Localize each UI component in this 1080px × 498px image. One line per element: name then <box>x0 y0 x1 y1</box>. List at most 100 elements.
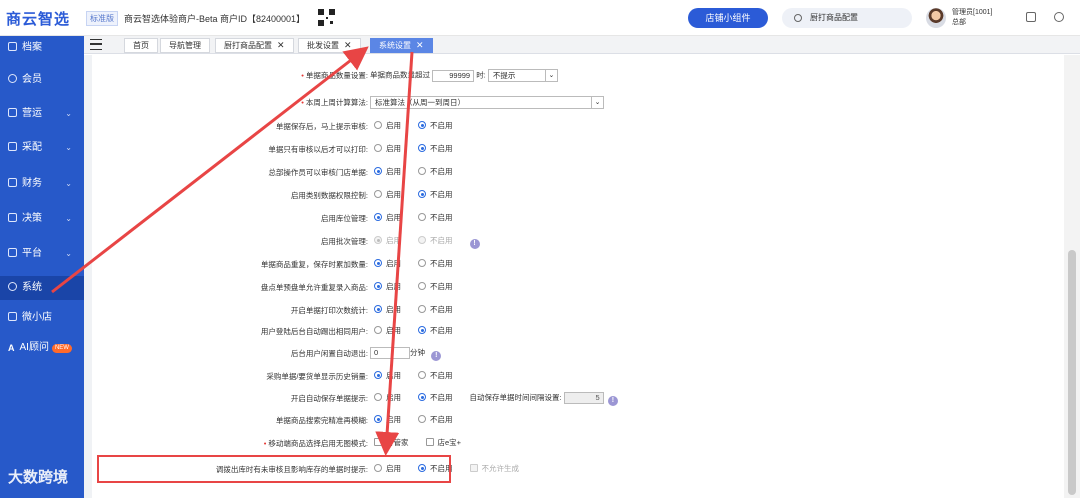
radio-group: 启用 不启用! <box>374 235 480 249</box>
setting-row: 用户登陆后台自动踢出相同用户: 启用 不启用 <box>84 322 1044 342</box>
setting-value: 单据商品数量超过 99999 时: 不提示 ⌄ <box>370 69 558 82</box>
shop-icon <box>8 312 17 321</box>
setting-label: 总部操作员可以审核门店单据: <box>268 168 368 177</box>
search-input[interactable]: 厨打商品配置 <box>782 8 912 28</box>
tab-kitchen-print[interactable]: 厨打商品配置 ✕ <box>215 38 294 53</box>
tab-wholesale[interactable]: 批发设置 ✕ <box>298 38 361 53</box>
sidebar-item-operation[interactable]: 营运 ⌄ <box>0 102 84 126</box>
store-widget-button[interactable]: 店铺小组件 <box>688 8 768 28</box>
setting-row: 单据商品搜索完精准再模糊: 启用 不启用 <box>84 411 1044 431</box>
info-icon[interactable]: ! <box>607 396 618 406</box>
chevron-down-icon: ⌄ <box>65 143 72 152</box>
week-algorithm-select[interactable]: 标准算法（从周一到周日） ⌄ <box>370 96 604 109</box>
highlight-box <box>97 455 451 483</box>
sidebar-item-decision[interactable]: 决策 ⌄ <box>0 207 84 231</box>
radio-enable[interactable]: 启用 <box>374 212 401 223</box>
radio-group: 启用 不启用 <box>374 325 470 336</box>
radio-disable[interactable]: 不启用 <box>418 212 453 223</box>
qty-input[interactable]: 99999 <box>432 69 475 82</box>
info-icon[interactable]: ! <box>431 351 442 361</box>
close-icon[interactable]: ✕ <box>344 40 352 50</box>
setting-week-algorithm: • 本周上周计算算法: 标准算法（从周一到周日） ⌄ <box>84 93 1044 113</box>
radio-disable[interactable]: 不启用 <box>418 258 453 269</box>
radio-enable[interactable]: 启用 <box>374 166 401 177</box>
radio-enable[interactable]: 启用 <box>374 281 401 292</box>
setting-idle-logout: 后台用户闲置自动退出: 0 分钟 ! <box>84 344 1044 364</box>
tab-label: 厨打商品配置 <box>224 41 272 50</box>
user-menu[interactable]: 管理员[1001] 总部 <box>952 8 992 28</box>
radio-disable[interactable]: 不启用 <box>418 189 453 200</box>
setting-label: 启用库位管理: <box>320 214 368 223</box>
fullscreen-icon[interactable] <box>1026 12 1036 22</box>
sidebar-item-label: 决策 <box>22 213 42 224</box>
setting-row: 单据只有审核以后才可以打印: 启用 不启用 <box>84 140 1044 160</box>
radio-disable[interactable]: 不启用 <box>418 120 453 131</box>
info-icon[interactable]: ! <box>469 239 480 249</box>
sidebar-item-label: 采配 <box>22 142 42 153</box>
setting-value: 0 分钟 ! <box>370 347 442 361</box>
radio-group: 启用 不启用 <box>374 281 470 292</box>
power-icon[interactable] <box>1054 12 1064 22</box>
setting-label: 单据保存后，马上提示审核: <box>275 122 368 131</box>
avatar[interactable] <box>926 8 946 28</box>
sidebar-item-ai-advisor[interactable]: A AI顾问 NEW <box>0 336 84 360</box>
sidebar-item-system[interactable]: 系统 <box>0 276 84 300</box>
scrollbar[interactable] <box>1064 55 1080 498</box>
checkbox-store-ebao[interactable]: 店e宝+ <box>425 437 461 448</box>
radio-enable[interactable]: 启用 <box>374 414 401 425</box>
sidebar-item-archive[interactable]: 档案 <box>0 36 84 60</box>
sidebar-item-platform[interactable]: 平台 ⌄ <box>0 242 84 266</box>
qty-prompt-select[interactable]: 不提示 ⌄ <box>487 69 558 82</box>
tab-home[interactable]: 首页 <box>124 38 158 53</box>
menu-toggle-icon[interactable] <box>90 39 102 50</box>
close-icon[interactable]: ✕ <box>277 40 285 50</box>
radio-disable[interactable]: 不启用 <box>418 370 453 381</box>
radio-group: 启用 不启用 <box>374 143 470 154</box>
radio-enable[interactable]: 启用 <box>374 325 401 336</box>
setting-row: 启用类别数据权限控制: 启用 不启用 <box>84 186 1044 206</box>
radio-enable[interactable]: 启用 <box>374 120 401 131</box>
user-icon <box>8 74 17 83</box>
radio-enable[interactable]: 启用 <box>374 189 401 200</box>
radio-disable[interactable]: 不启用 <box>418 166 453 177</box>
sidebar-item-mini-shop[interactable]: 微小店 <box>0 306 84 330</box>
checkbox-smart-keeper[interactable]: 智管家 <box>374 437 409 448</box>
close-icon[interactable]: ✕ <box>416 40 424 50</box>
radio-disable[interactable]: 不启用 <box>418 143 453 154</box>
tab-nav-manage[interactable]: 导航管理 <box>160 38 210 53</box>
radio-enable[interactable]: 启用 <box>374 304 401 315</box>
tab-system-settings[interactable]: 系统设置 ✕ <box>370 38 433 53</box>
sidebar-item-finance[interactable]: 财务 ⌄ <box>0 172 84 196</box>
radio-enable[interactable]: 启用 <box>374 143 401 154</box>
radio-disable: 不启用 <box>418 235 453 246</box>
sidebar-item-label: 财务 <box>22 178 42 189</box>
idle-minutes-input[interactable]: 0 <box>370 347 410 360</box>
scrollbar-thumb[interactable] <box>1068 250 1076 495</box>
unit-label: 分钟 <box>410 348 425 357</box>
tab-label: 批发设置 <box>307 41 339 50</box>
radio-disable[interactable]: 不启用 <box>418 325 453 336</box>
radio-disable[interactable]: 不启用 <box>418 304 453 315</box>
radio-enable[interactable]: 启用 <box>374 370 401 381</box>
setting-label: 开启单据打印次数统计: <box>290 306 368 315</box>
setting-row: 采购单据/要货单显示历史销量: 启用 不启用 <box>84 367 1044 387</box>
radio-disable[interactable]: 不启用 <box>418 414 453 425</box>
setting-autosave: 开启自动保存单据提示: 启用 不启用 自动保存单据时间间隔设置: 5 ! <box>84 389 1044 409</box>
setting-mobile-no-image: • 移动端商品选择启用无图模式: 智管家 店e宝+ <box>84 434 1044 454</box>
chevron-down-icon: ⌄ <box>65 109 72 118</box>
radio-disable[interactable]: 不启用 <box>418 281 453 292</box>
sidebar-item-purchase[interactable]: 采配 ⌄ <box>0 136 84 160</box>
search-text: 厨打商品配置 <box>810 13 858 22</box>
sidebar-item-label: 平台 <box>22 248 42 259</box>
qr-code-icon[interactable] <box>318 9 335 26</box>
autosave-interval-input[interactable]: 5 <box>563 392 604 405</box>
setting-label: 单据商品搜索完精准再模糊: <box>275 416 368 425</box>
setting-row: 单据保存后，马上提示审核: 启用 不启用 <box>84 117 1044 137</box>
radio-disable[interactable]: 不启用 <box>418 392 453 403</box>
sidebar-item-member[interactable]: 会员 <box>0 68 84 92</box>
radio-enable[interactable]: 启用 <box>374 392 401 403</box>
app-logo[interactable]: 商云智选 <box>6 8 70 29</box>
setting-row: 启用批次管理: 启用 不启用! <box>84 232 1044 252</box>
radio-enable[interactable]: 启用 <box>374 258 401 269</box>
setting-row: 开启单据打印次数统计: 启用 不启用 <box>84 301 1044 321</box>
